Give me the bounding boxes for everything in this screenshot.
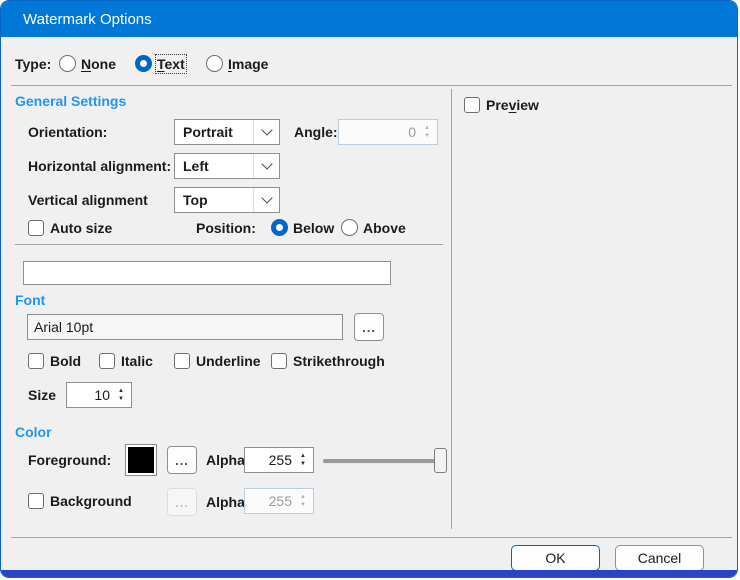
- foreground-color-swatch[interactable]: [125, 444, 157, 476]
- type-text-radio[interactable]: [135, 55, 152, 72]
- color-header: Color: [15, 424, 52, 440]
- position-below-radio[interactable]: [271, 219, 288, 236]
- foreground-alpha-spinner[interactable]: ▲▼: [244, 447, 314, 473]
- bold-label[interactable]: Bold: [50, 353, 81, 369]
- orientation-select[interactable]: Portrait: [174, 119, 280, 145]
- horizontal-alignment-label: Horizontal alignment:: [28, 158, 171, 174]
- italic-checkbox[interactable]: [99, 353, 115, 369]
- spin-down-icon: ▼: [300, 502, 306, 508]
- size-spinner[interactable]: ▲▼: [66, 382, 132, 408]
- position-above-radio[interactable]: [341, 219, 358, 236]
- type-label: Type:: [15, 56, 51, 72]
- strikethrough-checkbox[interactable]: [271, 353, 287, 369]
- auto-size-label[interactable]: Auto size: [50, 220, 112, 236]
- angle-label: Angle:: [294, 124, 338, 140]
- window-bottom-edge: [1, 570, 737, 577]
- orientation-label: Orientation:: [28, 124, 107, 140]
- general-divider: [15, 244, 443, 245]
- size-label: Size: [28, 387, 56, 403]
- position-label: Position:: [196, 220, 256, 236]
- spin-down-icon[interactable]: ▼: [300, 461, 306, 467]
- vertical-alignment-value: Top: [175, 192, 253, 208]
- spin-down-icon[interactable]: ▼: [118, 396, 124, 402]
- font-header: Font: [15, 292, 45, 308]
- preview-checkbox[interactable]: [464, 97, 480, 113]
- spin-down-icon: ▼: [424, 133, 430, 139]
- foreground-color-fill: [128, 447, 154, 473]
- font-name-field: [27, 314, 343, 340]
- background-label[interactable]: Background: [50, 493, 132, 509]
- chevron-down-icon[interactable]: [253, 188, 279, 212]
- position-above-label[interactable]: Above: [363, 220, 406, 236]
- watermark-options-dialog: Watermark Options Type: None Text Image …: [0, 0, 738, 578]
- vertical-alignment-label: Vertical alignment: [28, 192, 148, 208]
- angle-input: [339, 124, 419, 140]
- horizontal-alignment-select[interactable]: Left: [174, 153, 280, 179]
- ok-button[interactable]: OK: [511, 545, 600, 571]
- alpha-slider-thumb[interactable]: [434, 448, 447, 473]
- general-settings-header: General Settings: [15, 93, 126, 109]
- spin-up-icon: ▲: [300, 494, 306, 500]
- spin-up-icon[interactable]: ▲: [300, 453, 306, 459]
- background-color-browse-button: ...: [167, 488, 197, 516]
- strikethrough-label[interactable]: Strikethrough: [293, 353, 385, 369]
- foreground-alpha-input[interactable]: [245, 452, 295, 468]
- panel-divider: [451, 89, 452, 529]
- type-image-radio[interactable]: [206, 55, 223, 72]
- alpha-slider-track[interactable]: [323, 459, 444, 463]
- background-checkbox[interactable]: [28, 493, 44, 509]
- font-browse-button[interactable]: ...: [354, 313, 384, 341]
- foreground-label: Foreground:: [28, 452, 111, 468]
- background-alpha-spinner: ▲▼: [244, 488, 314, 514]
- chevron-down-icon[interactable]: [253, 120, 279, 144]
- underline-label[interactable]: Underline: [196, 353, 261, 369]
- bold-checkbox[interactable]: [28, 353, 44, 369]
- spin-up-icon[interactable]: ▲: [118, 388, 124, 394]
- italic-label[interactable]: Italic: [121, 353, 153, 369]
- watermark-text-input[interactable]: [23, 261, 391, 285]
- cancel-button[interactable]: Cancel: [615, 545, 704, 571]
- foreground-color-browse-button[interactable]: ...: [167, 446, 197, 474]
- auto-size-checkbox[interactable]: [28, 220, 44, 236]
- spin-up-icon: ▲: [424, 125, 430, 131]
- horizontal-alignment-value: Left: [175, 158, 253, 174]
- preview-label[interactable]: Preview: [486, 97, 539, 113]
- chevron-down-icon[interactable]: [253, 154, 279, 178]
- angle-spinner: ▲▼: [338, 119, 438, 145]
- type-text-label[interactable]: Text: [157, 56, 185, 72]
- footer-divider: [11, 537, 732, 538]
- type-image-label[interactable]: Image: [228, 56, 268, 72]
- vertical-alignment-select[interactable]: Top: [174, 187, 280, 213]
- size-input[interactable]: [67, 387, 113, 403]
- underline-checkbox[interactable]: [174, 353, 190, 369]
- type-divider: [11, 85, 732, 86]
- type-none-label[interactable]: None: [81, 56, 116, 72]
- position-below-label[interactable]: Below: [293, 220, 334, 236]
- type-none-radio[interactable]: [59, 55, 76, 72]
- title-bar[interactable]: Watermark Options: [1, 1, 737, 37]
- orientation-value: Portrait: [175, 124, 253, 140]
- dialog-title: Watermark Options: [23, 11, 152, 28]
- background-alpha-input: [245, 493, 295, 509]
